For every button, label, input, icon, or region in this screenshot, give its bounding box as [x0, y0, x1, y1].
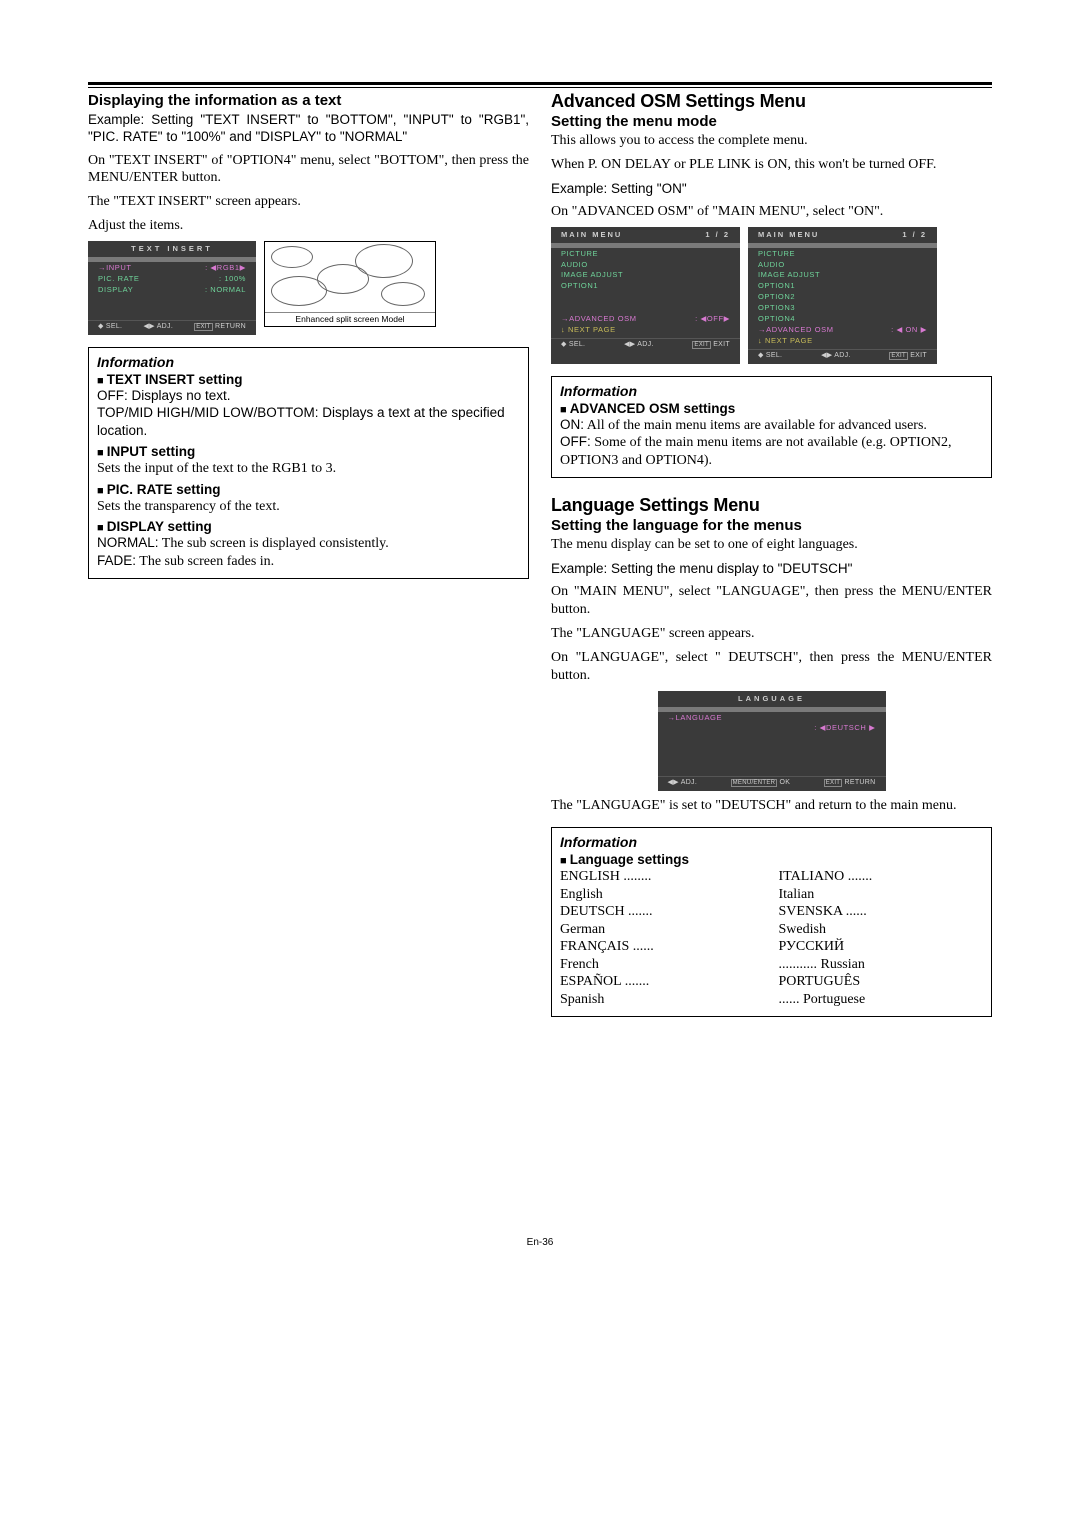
- heading-menu-mode: Setting the menu mode: [551, 113, 992, 130]
- info-language: Information Language settings ENGLISH ..…: [551, 827, 992, 1017]
- osm-main-menu-off: MAIN MENU1 / 2 PICTURE AUDIO IMAGE ADJUS…: [551, 227, 740, 364]
- instruction-2: The "TEXT INSERT" screen appears.: [88, 193, 529, 211]
- lang-instr-3: On "LANGUAGE", select " DEUTSCH", then p…: [551, 649, 992, 685]
- osm-language: LANGUAGE →LANGUAGE : ◀DEUTSCH ▶ ◀▶ ADJ.M…: [658, 691, 886, 792]
- lang-instr-2: The "LANGUAGE" screen appears.: [551, 625, 992, 643]
- info-text-insert: Information TEXT INSERT setting OFF: Dis…: [88, 347, 529, 580]
- adv-desc-2: When P. ON DELAY or PLE LINK is ON, this…: [551, 156, 992, 174]
- split-screen-diagram: Enhanced split screen Model: [264, 241, 436, 327]
- example-text: Example: Setting "TEXT INSERT" to "BOTTO…: [88, 111, 529, 146]
- heading-lang-set: Setting the language for the menus: [551, 517, 992, 534]
- lang-example: Example: Setting the menu display to "DE…: [551, 560, 992, 577]
- adv-example: Example: Setting "ON": [551, 180, 992, 197]
- instruction-1: On "TEXT INSERT" of "OPTION4" menu, sele…: [88, 152, 529, 188]
- info-advanced-osm: Information ADVANCED OSM settings ON: Al…: [551, 376, 992, 479]
- page-number: En-36: [88, 1237, 992, 1248]
- osm-main-menu-on: MAIN MENU1 / 2 PICTURE AUDIO IMAGE ADJUS…: [748, 227, 937, 364]
- lang-instr-1: On "MAIN MENU", select "LANGUAGE", then …: [551, 583, 992, 619]
- adv-desc-1: This allows you to access the complete m…: [551, 132, 992, 150]
- heading-advanced-osm: Advanced OSM Settings Menu: [551, 92, 992, 112]
- right-column: Advanced OSM Settings Menu Setting the m…: [551, 92, 992, 1017]
- left-column: Displaying the information as a text Exa…: [88, 92, 529, 1017]
- adv-instr: On "ADVANCED OSM" of "MAIN MENU", select…: [551, 203, 992, 221]
- lang-confirm: The "LANGUAGE" is set to "DEUTSCH" and r…: [551, 797, 992, 815]
- heading-text-display: Displaying the information as a text: [88, 92, 529, 109]
- instruction-3: Adjust the items.: [88, 217, 529, 235]
- lang-desc: The menu display can be set to one of ei…: [551, 536, 992, 554]
- heading-language: Language Settings Menu: [551, 496, 992, 516]
- osm-text-insert: TEXT INSERT →INPUT: ◀RGB1▶ PIC. RATE: 10…: [88, 241, 256, 335]
